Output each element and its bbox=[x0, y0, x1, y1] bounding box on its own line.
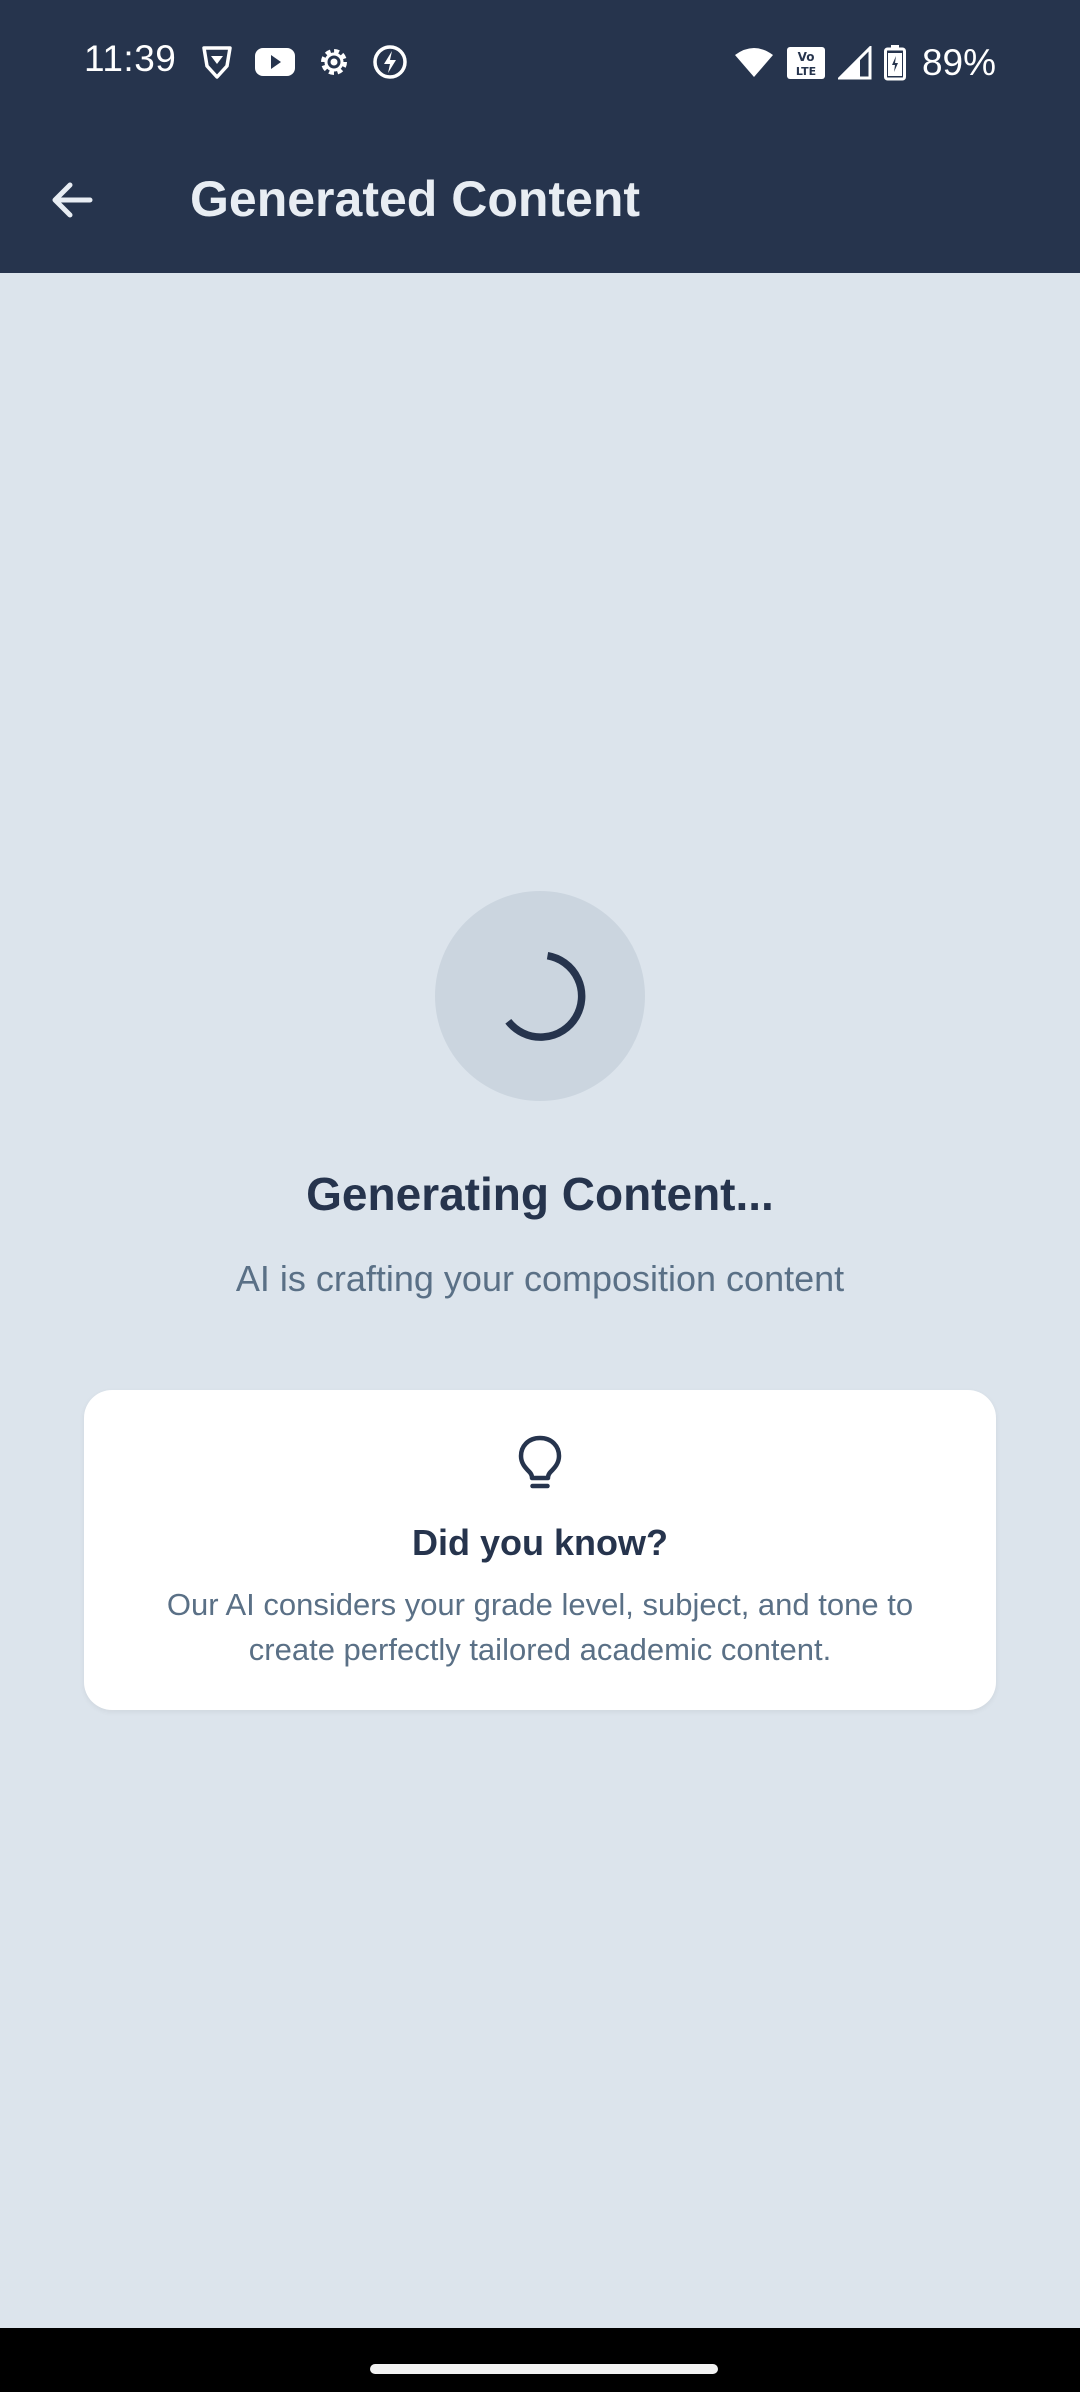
navigation-bar bbox=[0, 2328, 1080, 2392]
page-title: Generated Content bbox=[190, 171, 641, 227]
battery-icon bbox=[883, 45, 906, 81]
notification-icons bbox=[200, 44, 408, 80]
system-icons: Vo LTE 89% bbox=[734, 42, 996, 84]
signal-icon bbox=[837, 46, 872, 80]
status-time: 11:39 bbox=[84, 38, 177, 79]
svg-text:Vo: Vo bbox=[798, 50, 815, 64]
svg-text:LTE: LTE bbox=[796, 65, 816, 78]
tip-title: Did you know? bbox=[412, 1522, 668, 1563]
brave-icon bbox=[200, 44, 234, 80]
loading-spinner-container bbox=[435, 891, 645, 1101]
lightbulb-icon bbox=[516, 1434, 564, 1494]
home-indicator[interactable] bbox=[370, 2364, 718, 2374]
battery-percent: 89% bbox=[921, 42, 996, 83]
loading-subtitle: AI is crafting your composition content bbox=[235, 1258, 845, 1299]
volte-icon: Vo LTE bbox=[786, 46, 826, 80]
youtube-icon bbox=[254, 46, 296, 78]
arrow-back-icon bbox=[52, 182, 93, 218]
wifi-icon bbox=[734, 47, 774, 79]
tip-card: Did you know? Our AI considers your grad… bbox=[84, 1390, 996, 1710]
loading-title: Generating Content... bbox=[306, 1168, 774, 1220]
back-button[interactable] bbox=[36, 164, 108, 236]
flash-icon bbox=[372, 44, 408, 80]
app-bar: Generated Content bbox=[0, 124, 1080, 273]
status-bar: 11:39 Vo LTE 89% bbox=[0, 0, 1080, 124]
settings-icon bbox=[316, 44, 352, 80]
tip-body: Our AI considers your grade level, subje… bbox=[166, 1587, 914, 1667]
loading-spinner bbox=[505, 952, 586, 1041]
